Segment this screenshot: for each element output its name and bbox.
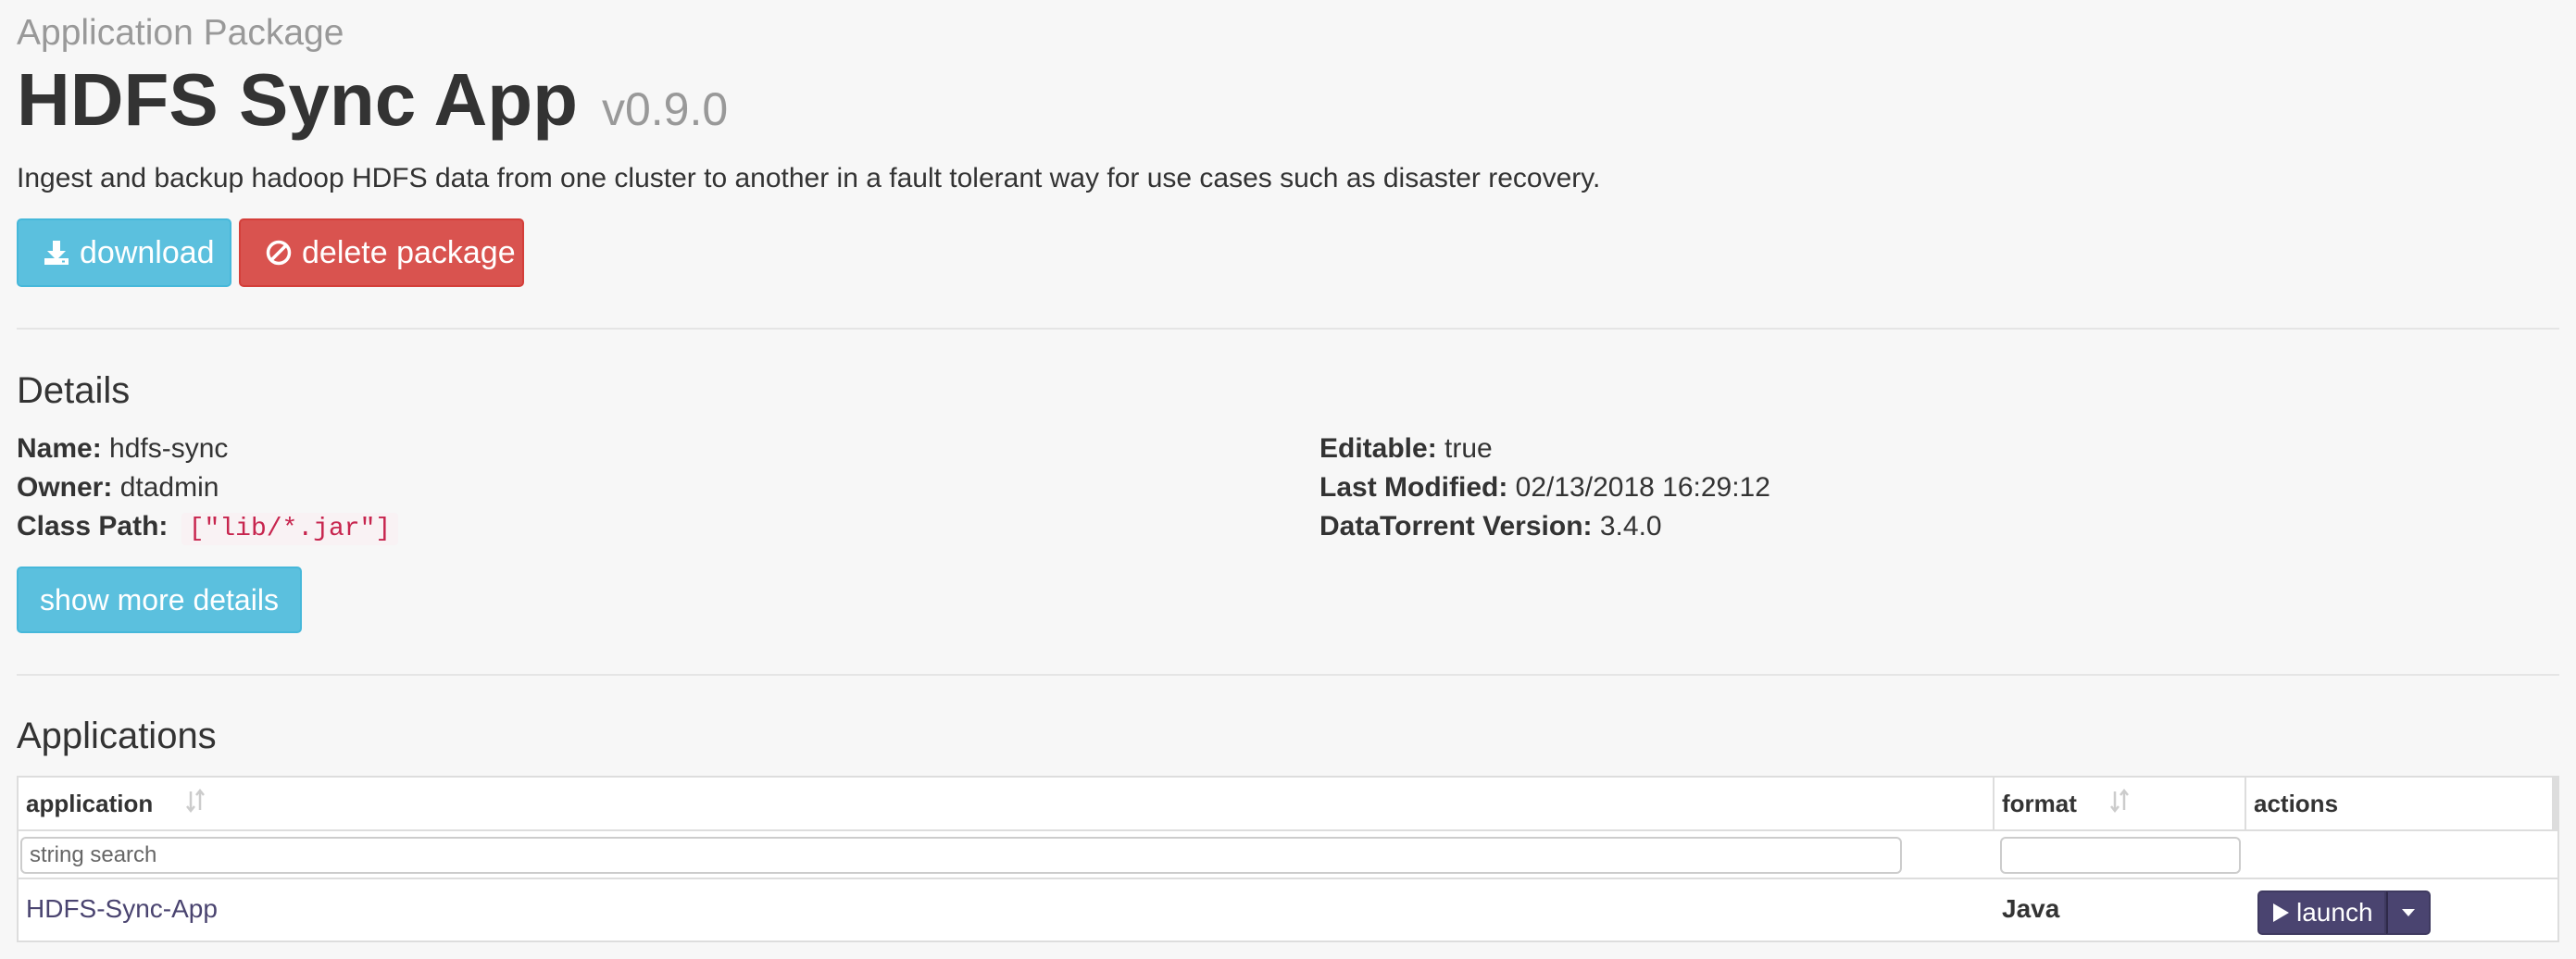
column-header-application-label: application bbox=[26, 790, 154, 817]
title-row: HDFS Sync App v0.9.0 bbox=[17, 56, 728, 166]
detail-datatorrent-version-value: 3.4.0 bbox=[1599, 511, 1662, 542]
format-cell: Java bbox=[2002, 894, 2060, 923]
column-header-actions: actions bbox=[2246, 778, 2557, 831]
divider bbox=[17, 674, 2559, 676]
column-header-actions-label: actions bbox=[2254, 790, 2339, 817]
download-icon bbox=[43, 239, 70, 267]
detail-last-modified-label: Last Modified: bbox=[1319, 472, 1508, 503]
column-header-application[interactable]: application bbox=[19, 778, 1995, 831]
detail-owner: Owner: dtadmin bbox=[17, 468, 219, 507]
launch-button[interactable]: launch bbox=[2257, 890, 2386, 935]
application-link[interactable]: HDFS-Sync-App bbox=[26, 894, 218, 923]
download-label: download bbox=[80, 234, 215, 270]
column-header-format[interactable]: format bbox=[1995, 778, 2246, 831]
launch-options-dropdown[interactable] bbox=[2385, 890, 2431, 935]
launch-button-group: launch bbox=[2257, 890, 2431, 935]
detail-last-modified: Last Modified: 02/13/2018 16:29:12 bbox=[1319, 468, 1770, 507]
application-package-page: Application Package HDFS Sync App v0.9.0 … bbox=[0, 0, 2576, 959]
download-button[interactable]: download bbox=[17, 218, 231, 287]
detail-owner-label: Owner: bbox=[17, 472, 113, 503]
sort-icon bbox=[185, 779, 206, 831]
delete-package-button[interactable]: delete package bbox=[239, 218, 524, 287]
play-icon bbox=[2270, 902, 2291, 924]
detail-classpath-label: Class Path: bbox=[17, 511, 169, 542]
launch-label: launch bbox=[2296, 898, 2373, 927]
delete-package-label: delete package bbox=[302, 234, 516, 270]
page-eyebrow: Application Package bbox=[17, 13, 344, 53]
applications-table: application format actions string search… bbox=[17, 776, 2559, 942]
detail-name-label: Name: bbox=[17, 433, 102, 464]
detail-owner-value: dtadmin bbox=[119, 472, 219, 503]
applications-heading: Applications bbox=[17, 716, 217, 756]
detail-editable: Editable: true bbox=[1319, 430, 1493, 468]
details-heading: Details bbox=[17, 370, 131, 411]
detail-datatorrent-version: DataTorrent Version: 3.4.0 bbox=[1319, 507, 1662, 546]
sort-icon bbox=[2109, 779, 2130, 831]
detail-editable-label: Editable: bbox=[1319, 433, 1437, 464]
column-header-format-label: format bbox=[2002, 790, 2077, 817]
divider bbox=[17, 328, 2559, 330]
ban-icon bbox=[265, 239, 293, 267]
detail-name: Name: hdfs-sync bbox=[17, 430, 228, 468]
application-cell: HDFS-Sync-App bbox=[26, 881, 218, 942]
detail-editable-value: true bbox=[1444, 433, 1493, 464]
detail-datatorrent-version-label: DataTorrent Version: bbox=[1319, 511, 1593, 542]
detail-classpath: Class Path: ["lib/*.jar"] bbox=[17, 507, 399, 549]
version-label: v0.9.0 bbox=[601, 83, 729, 135]
application-search-input[interactable] bbox=[20, 837, 1902, 874]
page-title: HDFS Sync App bbox=[17, 58, 578, 141]
detail-classpath-value: ["lib/*.jar"] bbox=[181, 513, 399, 545]
show-more-details-button[interactable]: show more details bbox=[17, 567, 302, 633]
filter-row bbox=[19, 831, 2557, 879]
detail-name-value: hdfs-sync bbox=[109, 433, 229, 464]
format-search-input[interactable] bbox=[2000, 837, 2241, 874]
caret-down-icon bbox=[2400, 907, 2417, 918]
detail-last-modified-value: 02/13/2018 16:29:12 bbox=[1515, 472, 1770, 503]
package-description: Ingest and backup hadoop HDFS data from … bbox=[17, 163, 1601, 193]
